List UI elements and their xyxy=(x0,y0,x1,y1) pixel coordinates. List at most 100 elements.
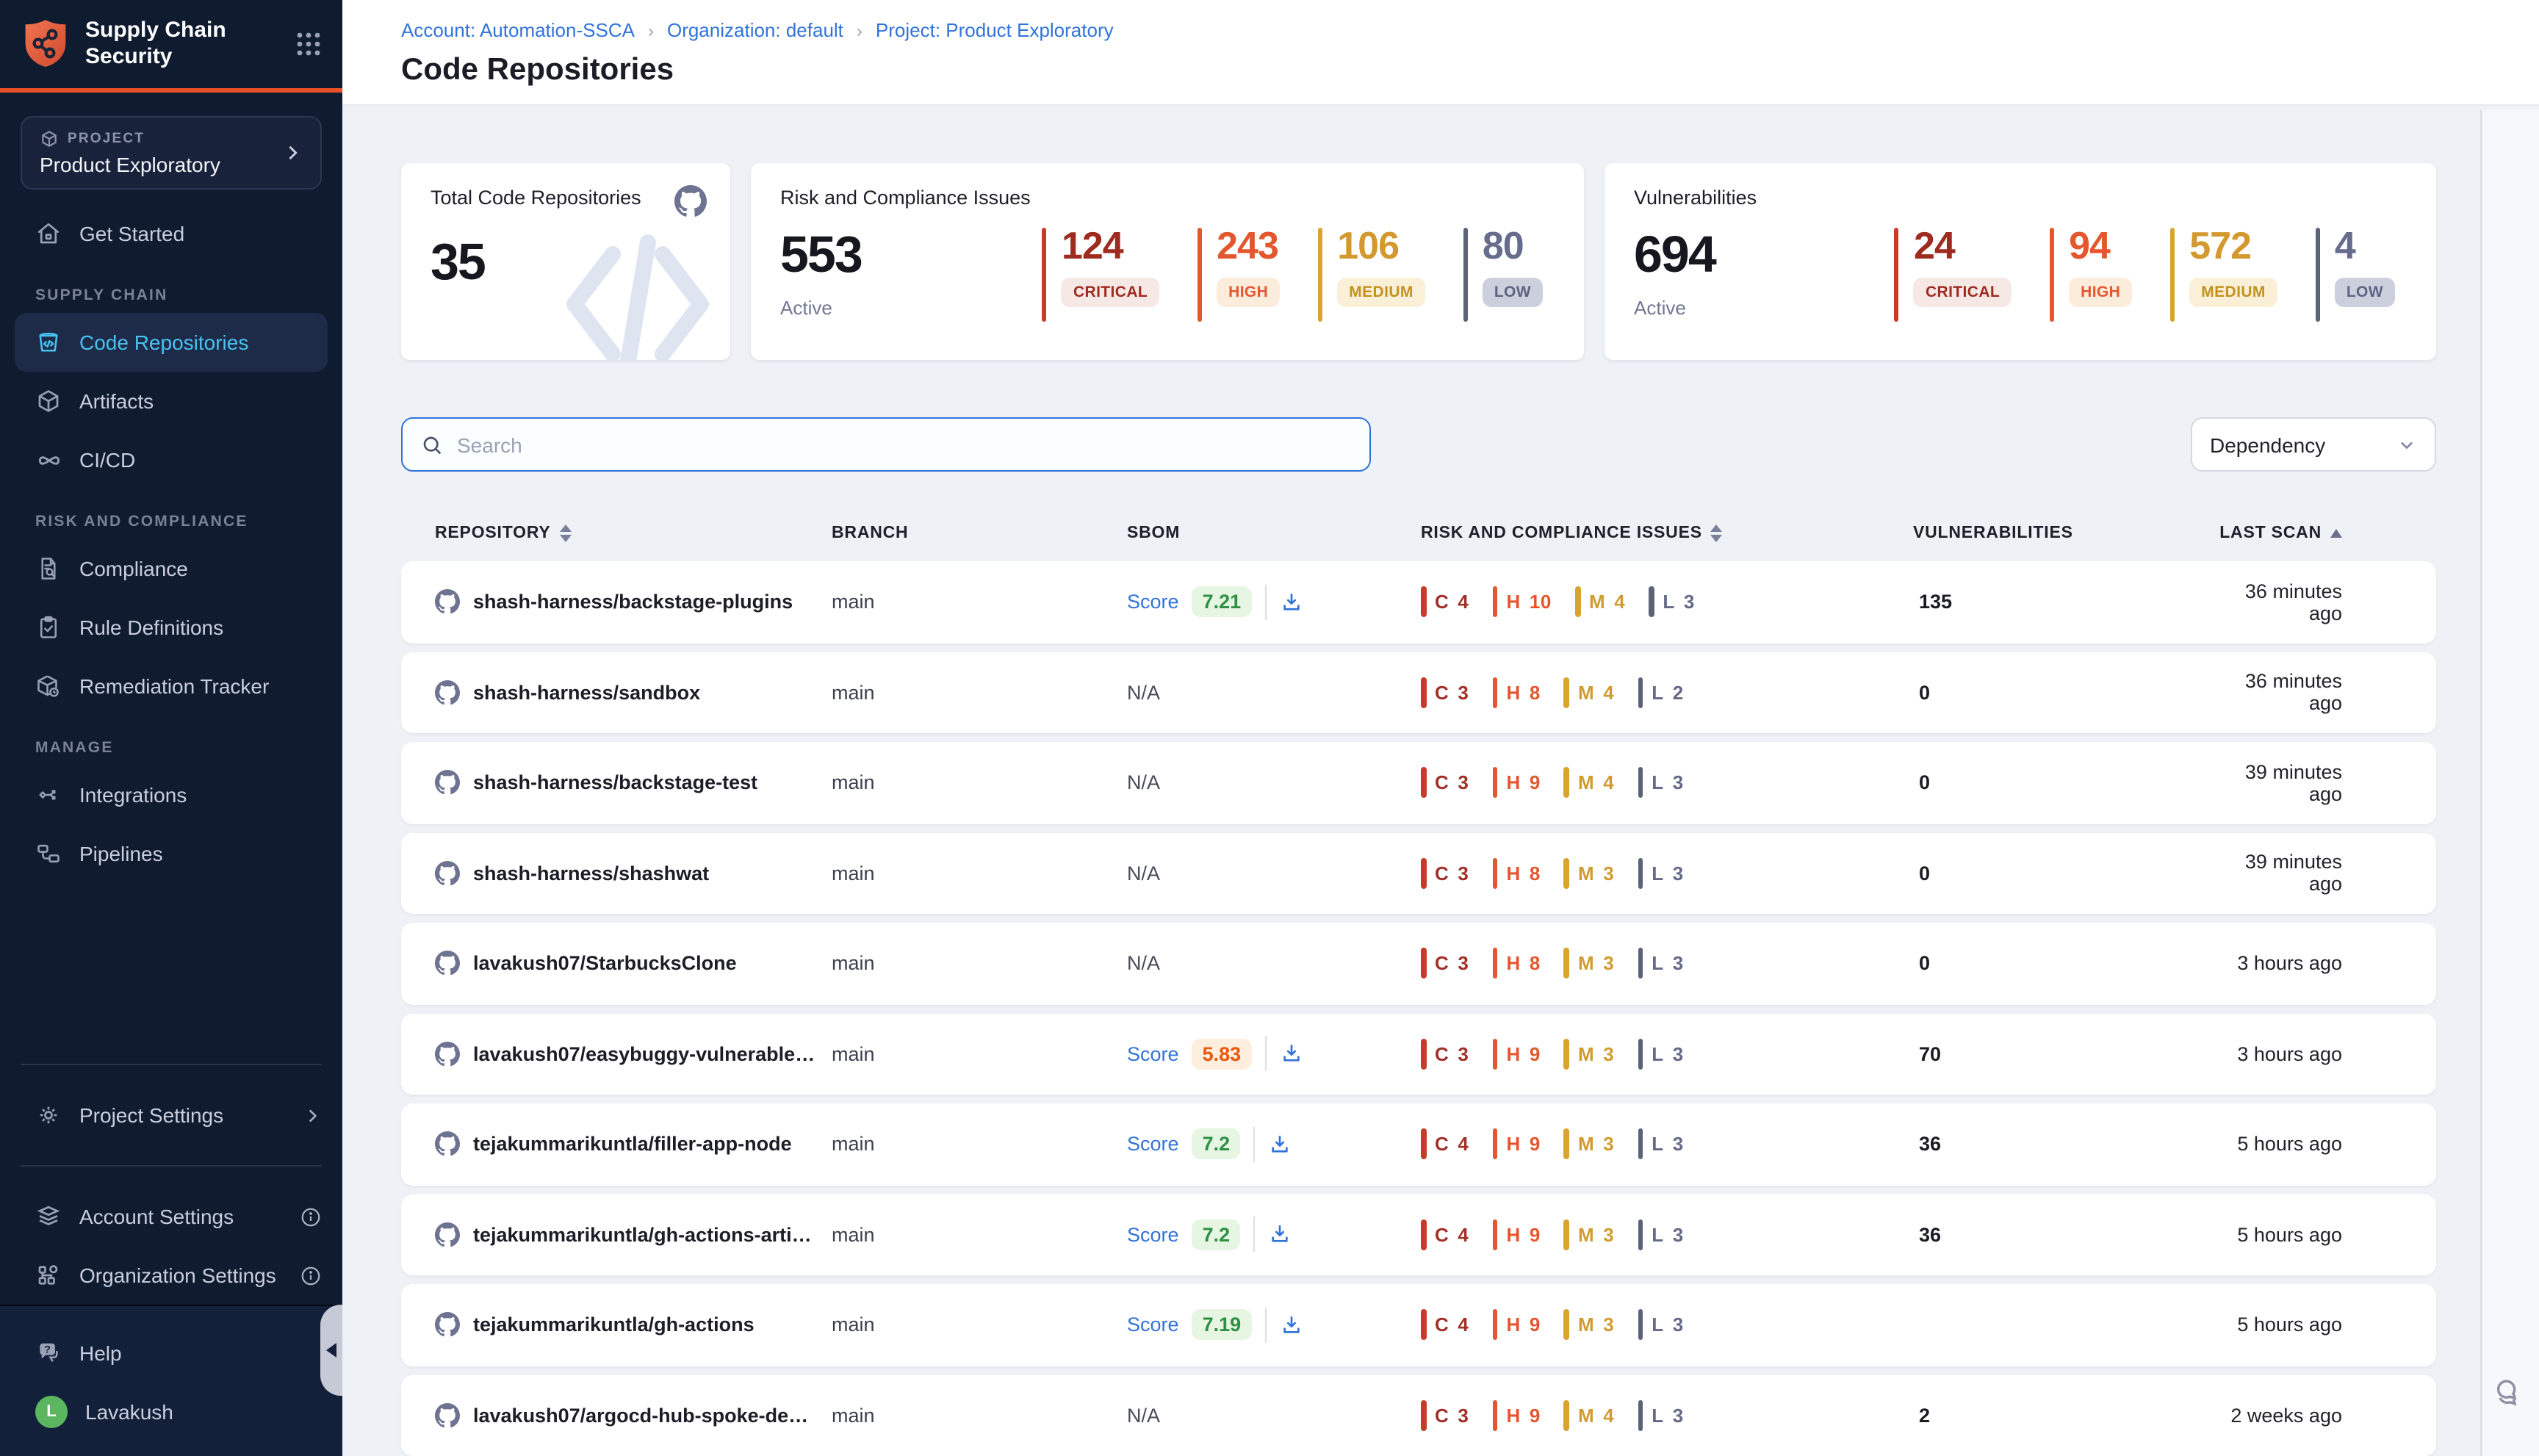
last-scan-cell: 2 weeks ago xyxy=(2207,1405,2342,1427)
column-header-repository[interactable]: REPOSITORY xyxy=(435,525,832,542)
branch-cell: main xyxy=(832,1405,1127,1427)
severity-bar xyxy=(1575,587,1580,618)
github-icon xyxy=(674,185,707,217)
integrations-icon xyxy=(35,782,62,808)
severity-bar xyxy=(1638,677,1643,708)
user-menu[interactable]: L Lavakush xyxy=(0,1383,342,1441)
low-issues-chip: L3 xyxy=(1638,1400,1684,1431)
info-icon[interactable] xyxy=(300,1264,322,1286)
last-scan-cell: 39 minutes ago xyxy=(2207,761,2342,805)
sidebar-item-compliance[interactable]: Compliance xyxy=(0,539,342,598)
severity-bar xyxy=(1198,228,1202,322)
severity-letter: L xyxy=(1652,1043,1664,1065)
table-row[interactable]: lavakush07/StarbucksClone main N/A C3H8M… xyxy=(401,923,2436,1004)
severity-badge: MEDIUM xyxy=(1337,278,1425,307)
sidebar-item-code-repositories[interactable]: Code Repositories xyxy=(15,313,328,372)
github-icon xyxy=(435,951,460,976)
severity-letter: H xyxy=(1506,1314,1520,1336)
repository-cell: shash-harness/backstage-plugins xyxy=(435,590,832,615)
sidebar-item-rule-definitions[interactable]: Rule Definitions xyxy=(0,598,342,657)
sidebar-collapse-handle[interactable] xyxy=(320,1305,342,1396)
high-issues-chip: H9 xyxy=(1492,1039,1540,1070)
sidebar-item-remediation-tracker[interactable]: Remediation Tracker xyxy=(0,657,342,716)
severity-letter: L xyxy=(1652,1134,1664,1156)
severity-letter: L xyxy=(1652,682,1664,704)
repository-cell: lavakush07/easybuggy-vulnerable-app… xyxy=(435,1042,832,1067)
severity-count: 9 xyxy=(1530,1043,1541,1065)
sbom-score-label: Score xyxy=(1127,591,1179,613)
table-row[interactable]: tejakummarikuntla/filler-app-node main S… xyxy=(401,1103,2436,1185)
branch-cell: main xyxy=(832,682,1127,704)
severity-bar xyxy=(1638,1219,1643,1250)
table-row[interactable]: shash-harness/backstage-test main N/A C3… xyxy=(401,742,2436,823)
download-sbom-button[interactable] xyxy=(1279,591,1303,614)
severity-count: 9 xyxy=(1530,1134,1541,1156)
low-issues-chip: L2 xyxy=(1638,677,1684,708)
severity-bar xyxy=(1421,1039,1426,1070)
high-issues-chip: H9 xyxy=(1492,768,1540,799)
severity-bar xyxy=(1638,1310,1643,1341)
scrollbar-track[interactable] xyxy=(2480,110,2482,1456)
chevron-down-icon xyxy=(2396,434,2417,455)
high-issues-chip: H9 xyxy=(1492,1219,1540,1250)
sbom-cell: Score7.2 xyxy=(1127,1127,1421,1162)
sidebar-item-pipelines[interactable]: Pipelines xyxy=(0,824,342,883)
column-header-risk-issues[interactable]: RISK AND COMPLIANCE ISSUES xyxy=(1421,525,1913,542)
dependency-filter-dropdown[interactable]: Dependency xyxy=(2191,417,2436,472)
search-input[interactable] xyxy=(457,433,1352,456)
severity-bar xyxy=(1564,1400,1569,1431)
low-issues-chip: L3 xyxy=(1638,1310,1684,1341)
table-row[interactable]: shash-harness/backstage-plugins main Sco… xyxy=(401,561,2436,643)
breadcrumb-project-link[interactable]: Project: Product Exploratory xyxy=(876,19,1114,41)
severity-bar xyxy=(1492,587,1497,618)
table-row[interactable]: shash-harness/shashwat main N/A C3H8M3L3… xyxy=(401,832,2436,914)
severity-bar xyxy=(1492,1219,1497,1250)
severity-count: 3 xyxy=(1684,591,1695,613)
sidebar-item-label: Rule Definitions xyxy=(79,616,223,639)
table-row[interactable]: tejakummarikuntla/gh-actions-artifacts m… xyxy=(401,1194,2436,1275)
sbom-cell: Score7.2 xyxy=(1127,1217,1421,1253)
severity-letter: M xyxy=(1578,1043,1594,1065)
sidebar-item-help[interactable]: ? Help xyxy=(0,1324,342,1383)
column-header-last-scan[interactable]: LAST SCAN xyxy=(2207,525,2342,542)
sidebar-item-label: Compliance xyxy=(79,557,188,580)
table-row[interactable]: shash-harness/sandbox main N/A C3H8M4L2 … xyxy=(401,652,2436,733)
severity-stat: 106 MEDIUM xyxy=(1318,226,1425,322)
sbom-not-available: N/A xyxy=(1127,772,1160,794)
sidebar-item-account-settings[interactable]: Account Settings xyxy=(0,1187,342,1246)
severity-count: 3 xyxy=(1673,1405,1684,1427)
sidebar-item-artifacts[interactable]: Artifacts xyxy=(0,372,342,430)
support-chat-icon[interactable] xyxy=(2489,1374,2524,1409)
severity-letter: C xyxy=(1435,1405,1449,1427)
severity-count: 3 xyxy=(1458,862,1469,884)
project-selector[interactable]: PROJECT Product Exploratory xyxy=(21,116,322,190)
table-row[interactable]: lavakush07/easybuggy-vulnerable-app… mai… xyxy=(401,1013,2436,1095)
table-row[interactable]: tejakummarikuntla/gh-actions main Score7… xyxy=(401,1284,2436,1366)
org-chart-gear-icon xyxy=(35,1262,62,1289)
risk-issues-value: 553 xyxy=(780,226,862,285)
high-issues-chip: H10 xyxy=(1492,587,1552,618)
sort-ascending-icon xyxy=(2330,529,2342,538)
sidebar-item-get-started[interactable]: Get Started xyxy=(0,204,342,263)
severity-stat: 243 HIGH xyxy=(1198,226,1280,322)
critical-issues-chip: C3 xyxy=(1421,1039,1469,1070)
download-sbom-button[interactable] xyxy=(1268,1133,1292,1156)
critical-issues-chip: C3 xyxy=(1421,1400,1469,1431)
sidebar-item-project-settings[interactable]: Project Settings xyxy=(0,1086,342,1145)
app-switcher-grid-icon[interactable] xyxy=(295,31,322,57)
sidebar-item-ci-cd[interactable]: CI/CD xyxy=(0,430,342,489)
branch-cell: main xyxy=(832,1134,1127,1156)
sidebar-item-integrations[interactable]: Integrations xyxy=(0,765,342,824)
table-row[interactable]: lavakush07/argocd-hub-spoke-demo main N/… xyxy=(401,1374,2436,1456)
download-sbom-button[interactable] xyxy=(1279,1313,1303,1337)
breadcrumb-account-link[interactable]: Account: Automation-SSCA xyxy=(401,19,635,41)
severity-letter: M xyxy=(1578,1405,1594,1427)
breadcrumb-organization-link[interactable]: Organization: default xyxy=(667,19,843,41)
download-sbom-button[interactable] xyxy=(1268,1223,1292,1247)
sidebar-item-organization-settings[interactable]: Organization Settings xyxy=(0,1246,342,1305)
severity-count: 4 xyxy=(1603,772,1614,794)
sbom-score-label: Score xyxy=(1127,1043,1179,1065)
severity-count: 3 xyxy=(1458,1043,1469,1065)
download-sbom-button[interactable] xyxy=(1279,1042,1303,1066)
info-icon[interactable] xyxy=(300,1205,322,1228)
